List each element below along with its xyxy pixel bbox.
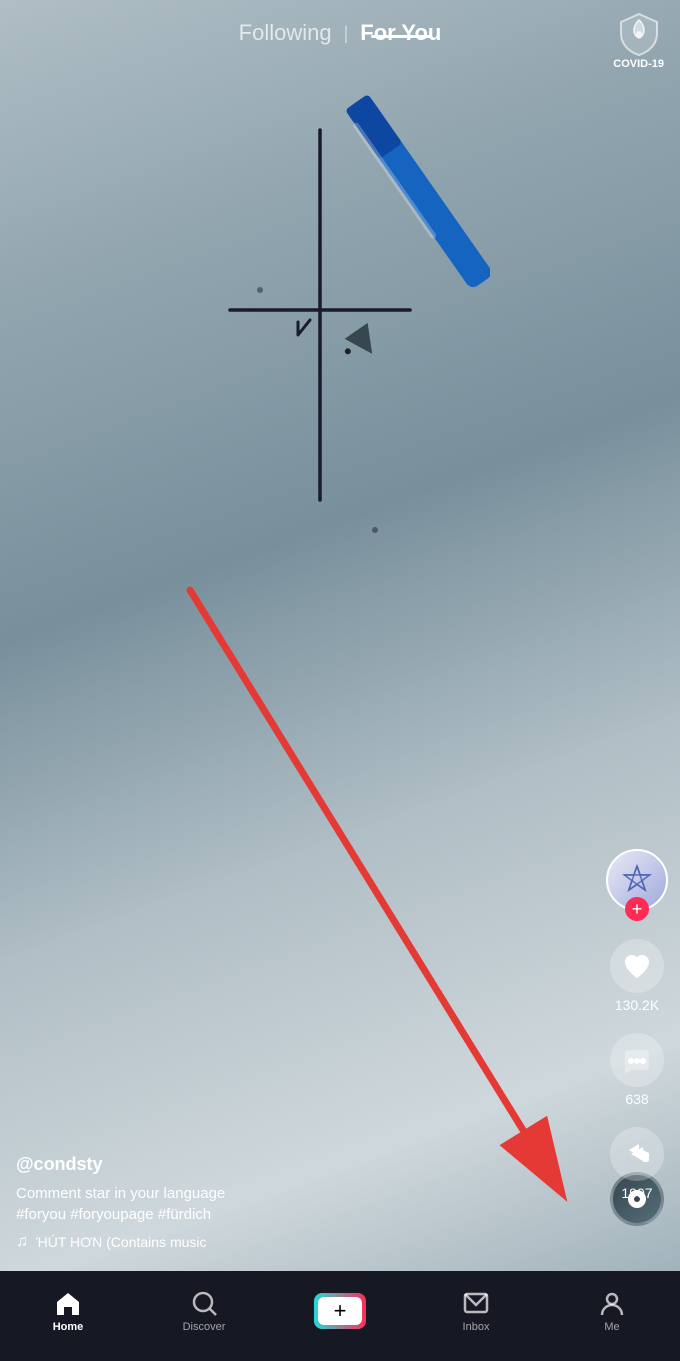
create-plus-icon: + [334, 1300, 347, 1322]
video-container: Following | For You COVID-19 [0, 0, 680, 1361]
covid-shield-icon [617, 12, 661, 56]
comment-icon [610, 1033, 664, 1087]
creator-avatar-container[interactable]: + [606, 849, 668, 911]
nav-item-create[interactable]: + [272, 1293, 408, 1329]
covid-label: COVID-19 [613, 58, 664, 70]
me-icon [598, 1289, 626, 1317]
home-label: Home [53, 1321, 84, 1333]
me-label: Me [604, 1321, 619, 1333]
share-count: 1907 [621, 1185, 652, 1201]
follow-plus-button[interactable]: + [625, 897, 649, 921]
like-count: 130.2K [615, 997, 659, 1013]
video-info-overlay: @condsty Comment star in your language#f… [16, 1154, 590, 1251]
action-bar: + 130.2K 638 [606, 849, 668, 1201]
music-note-icon: ♫ [16, 1233, 28, 1251]
nav-item-home[interactable]: Home [0, 1289, 136, 1333]
video-caption: Comment star in your language#foryou #fo… [16, 1183, 590, 1225]
inbox-label: Inbox [463, 1321, 490, 1333]
annotation-arrow [170, 580, 590, 1220]
share-icon [610, 1127, 664, 1181]
nav-item-discover[interactable]: Discover [136, 1289, 272, 1333]
following-tab[interactable]: Following [239, 20, 332, 46]
top-navigation: Following | For You COVID-19 [0, 0, 680, 62]
creator-username[interactable]: @condsty [16, 1154, 590, 1175]
active-tab-indicator [371, 35, 431, 38]
for-you-tab[interactable]: For You [360, 20, 441, 46]
nav-item-me[interactable]: Me [544, 1289, 680, 1333]
heart-icon [610, 939, 664, 993]
comment-button[interactable]: 638 [610, 1033, 664, 1107]
video-background-art [190, 80, 490, 630]
discover-icon [190, 1289, 218, 1317]
create-button-inner: + [318, 1297, 362, 1325]
music-info[interactable]: ♫ ΉÚT HƠN (Contains music [16, 1233, 590, 1251]
inbox-icon [462, 1289, 490, 1317]
music-text: ΉÚT HƠN (Contains music [36, 1234, 207, 1250]
discover-label: Discover [183, 1321, 226, 1333]
covid-badge[interactable]: COVID-19 [613, 12, 664, 70]
nav-item-inbox[interactable]: Inbox [408, 1289, 544, 1333]
like-button[interactable]: 130.2K [610, 939, 664, 1013]
bottom-navigation: Home Discover + [0, 1271, 680, 1361]
home-icon [54, 1289, 82, 1317]
share-button[interactable]: 1907 [610, 1127, 664, 1201]
nav-divider: | [344, 23, 349, 44]
create-button[interactable]: + [314, 1293, 366, 1329]
comment-count: 638 [625, 1091, 648, 1107]
